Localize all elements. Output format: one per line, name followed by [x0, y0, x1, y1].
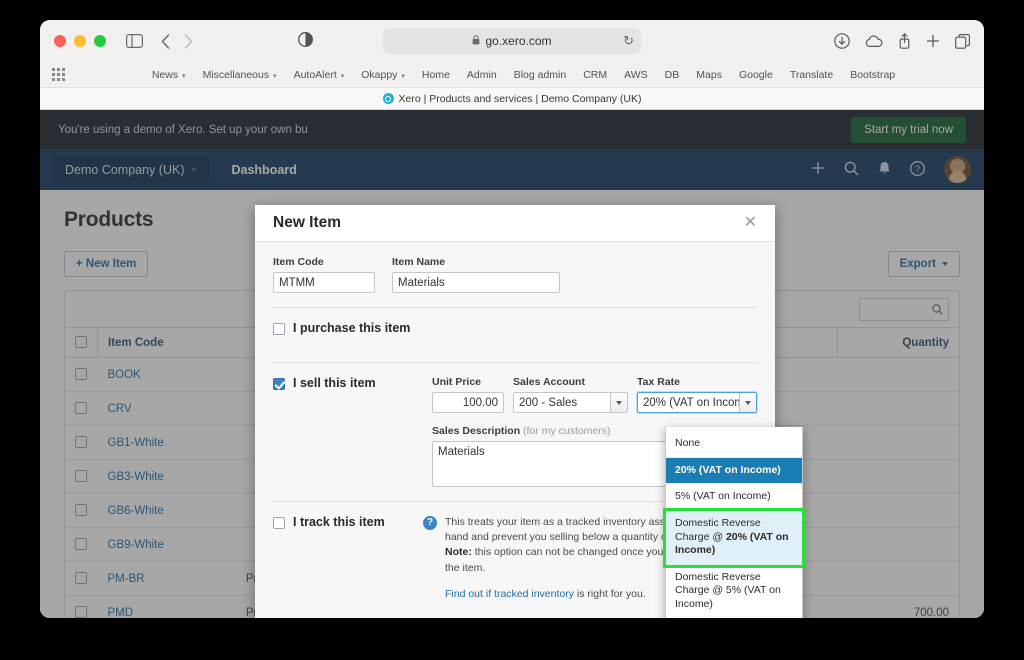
- dropdown-option-1[interactable]: 20% (VAT on Income): [666, 457, 802, 485]
- reload-icon[interactable]: ↻: [623, 33, 634, 49]
- track-help-text: This treats your item as a tracked inven…: [445, 515, 684, 602]
- sales-account-field: Sales Account 200 - Sales: [513, 376, 628, 413]
- chevron-down-icon: ▾: [180, 72, 186, 80]
- code-name-row: Item Code MTMM Item Name Materials: [273, 256, 757, 293]
- dropdown-option-2[interactable]: 5% (VAT on Income): [666, 484, 802, 511]
- bookmark-item-blog-admin[interactable]: Blog admin: [514, 69, 567, 81]
- bookmark-item-crm[interactable]: CRM: [583, 69, 607, 81]
- item-name-field: Item Name Materials: [392, 256, 560, 293]
- bookmark-item-google[interactable]: Google: [739, 69, 773, 81]
- sales-account-select[interactable]: 200 - Sales: [513, 392, 628, 413]
- track-line-1: This treats your item as a tracked inven…: [445, 516, 671, 528]
- chevron-down-icon: ▾: [399, 72, 405, 80]
- bookmark-item-home[interactable]: Home: [422, 69, 450, 81]
- unit-price-field: Unit Price 100.00: [432, 376, 504, 413]
- forward-icon[interactable]: [184, 33, 193, 49]
- sales-description-label-muted: (for my customers): [523, 425, 611, 437]
- track-checkbox-row[interactable]: I track this item: [273, 515, 423, 602]
- sales-account-label: Sales Account: [513, 376, 585, 388]
- tracked-inventory-link[interactable]: Find out if tracked inventory: [445, 588, 574, 600]
- xero-favicon-icon: [382, 93, 394, 104]
- new-tab-icon[interactable]: [926, 34, 940, 48]
- address-bar[interactable]: go.xero.com ↻: [383, 28, 641, 54]
- page-content: You're using a demo of Xero. Set up your…: [40, 110, 984, 618]
- maximize-window-icon[interactable]: [94, 35, 106, 47]
- browser-titlebar: go.xero.com ↻: [40, 20, 984, 62]
- bookmark-items[interactable]: News ▾ Miscellaneous ▾ AutoAlert ▾ Okappy ▾…: [152, 69, 895, 81]
- purchase-checkbox[interactable]: [273, 323, 285, 335]
- chevron-down-icon[interactable]: [739, 393, 756, 412]
- bookmark-item-okappy[interactable]: Okappy ▾: [361, 69, 405, 81]
- item-name-label: Item Name: [392, 256, 446, 268]
- bookmark-item-db[interactable]: DB: [665, 69, 680, 81]
- sell-checkbox[interactable]: [273, 378, 285, 390]
- tracked-inventory-link-suffix: is right for you.: [573, 587, 646, 600]
- sales-account-value: 200 - Sales: [519, 397, 578, 409]
- tax-rate-label: Tax Rate: [637, 376, 680, 388]
- sell-checkbox-label: I sell this item: [293, 376, 376, 390]
- address-bar-url: go.xero.com: [485, 34, 552, 48]
- track-checkbox[interactable]: [273, 517, 285, 529]
- track-line-2: hand and prevent you selling below a qua…: [445, 531, 667, 544]
- modal-title: New Item: [273, 214, 342, 231]
- chevron-down-icon: ▾: [338, 72, 345, 80]
- bookmark-item-miscellaneous[interactable]: Miscellaneous ▾: [203, 69, 277, 81]
- tax-rate-field: Tax Rate 20% (VAT on Income): [636, 376, 758, 414]
- tax-rate-value: 20% (VAT on Income): [643, 397, 755, 409]
- sell-checkbox-row[interactable]: I sell this item: [273, 376, 420, 487]
- bookmarks-grid-icon[interactable]: [52, 68, 65, 81]
- bookmark-item-aws[interactable]: AWS: [624, 69, 648, 81]
- purchase-checkbox-row[interactable]: I purchase this item: [273, 308, 757, 348]
- bookmark-item-translate[interactable]: Translate: [790, 69, 833, 81]
- chevron-down-icon: ▾: [271, 72, 277, 80]
- window-traffic-lights[interactable]: [54, 35, 106, 47]
- purchase-checkbox-label: I purchase this item: [293, 321, 411, 335]
- track-checkbox-label: I track this item: [293, 515, 385, 529]
- bookmark-item-maps[interactable]: Maps: [696, 69, 722, 81]
- question-mark-icon[interactable]: ?: [423, 516, 437, 530]
- tax-rate-dropdown[interactable]: None 20% (VAT on Income) 5% (VAT on Income…: [665, 427, 803, 618]
- bookmark-item-admin[interactable]: Admin: [467, 69, 497, 81]
- track-line-4: the item.: [445, 561, 486, 574]
- unit-price-input[interactable]: 100.00: [432, 392, 504, 413]
- lock-icon: [472, 34, 480, 48]
- track-note-bold: Note:: [445, 546, 472, 559]
- tab-title: Xero | Products and services | Demo Comp…: [398, 92, 642, 105]
- minimize-window-icon[interactable]: [74, 35, 86, 47]
- close-window-icon[interactable]: [54, 35, 66, 47]
- modal-header: New Item ✕: [255, 205, 775, 242]
- bookmark-item-bootstrap[interactable]: Bootstrap: [850, 69, 895, 81]
- tax-rate-select[interactable]: 20% (VAT on Income): [636, 391, 758, 414]
- item-name-input[interactable]: Materials: [392, 272, 560, 293]
- back-icon[interactable]: [161, 33, 170, 49]
- sales-description-label-text: Sales Description: [432, 425, 521, 437]
- dropdown-option-4[interactable]: Domestic Reverse Charge @ 5% (VAT on Inc…: [666, 565, 802, 618]
- icloud-icon[interactable]: [865, 34, 883, 48]
- unit-price-label: Unit Price: [432, 376, 482, 388]
- tab-overview-icon[interactable]: [955, 33, 970, 49]
- close-icon[interactable]: ✕: [744, 215, 757, 231]
- track-line-3: this option can not be changed once you: [471, 546, 667, 559]
- chevron-down-icon[interactable]: [610, 393, 627, 412]
- dropdown-option-3[interactable]: Domestic Reverse Charge @ 20% (VAT on In…: [666, 510, 802, 565]
- dropdown-option-0[interactable]: None: [666, 431, 802, 458]
- bookmarks-bar[interactable]: News ▾ Miscellaneous ▾ AutoAlert ▾ Okappy ▾…: [40, 62, 984, 88]
- item-code-input[interactable]: MTMM: [273, 272, 375, 293]
- item-code-field: Item Code MTMM: [273, 256, 375, 293]
- reader-contrast-icon[interactable]: [298, 32, 313, 47]
- bookmark-item-autoalert[interactable]: AutoAlert ▾: [294, 69, 345, 81]
- bookmark-item-news[interactable]: News ▾: [152, 69, 186, 81]
- item-code-label: Item Code: [273, 256, 324, 268]
- sidebar-toggle-icon[interactable]: [126, 34, 143, 48]
- share-icon[interactable]: [898, 33, 911, 49]
- tab-strip[interactable]: Xero | Products and services | Demo Comp…: [40, 88, 984, 110]
- browser-window: go.xero.com ↻ News ▾ Miscellaneous ▾ Aut…: [40, 20, 984, 618]
- downloads-icon[interactable]: [834, 33, 850, 49]
